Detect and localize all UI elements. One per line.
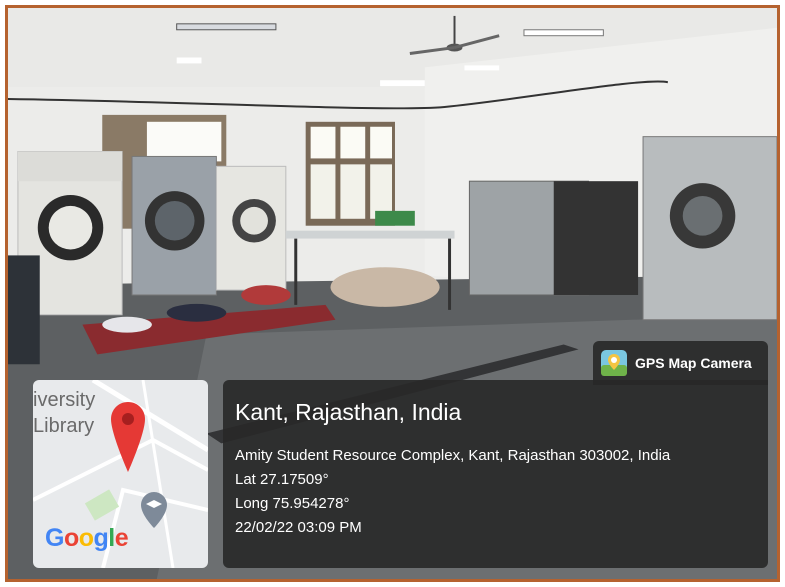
longitude: Long 75.954278°: [235, 495, 350, 512]
graduation-cap-icon: [141, 492, 167, 528]
location-info-panel: Kant, Rajasthan, India Amity Student Res…: [223, 380, 768, 568]
camera-pin-icon: [601, 350, 627, 376]
google-o1: o: [63, 524, 79, 552]
gps-map-camera-badge: GPS Map Camera: [593, 341, 768, 385]
google-logo: Google: [45, 524, 129, 553]
google-o2: o: [78, 524, 94, 552]
google-g: G: [45, 524, 64, 552]
location-pin-icon: [111, 402, 145, 472]
map-label-library: Library: [33, 415, 95, 437]
google-g2: g: [93, 524, 109, 552]
google-e: e: [114, 524, 129, 552]
latitude: Lat 27.17509°: [235, 471, 329, 488]
map-label-university: iversity: [33, 389, 96, 411]
badge-label: GPS Map Camera: [635, 355, 752, 371]
photo-frame: GPS Map Camera iversity Library Google K…: [5, 5, 780, 582]
map-thumbnail[interactable]: iversity Library Google: [33, 380, 208, 568]
location-title: Kant, Rajasthan, India: [235, 399, 462, 425]
timestamp: 22/02/22 03:09 PM: [235, 519, 362, 536]
location-address: Amity Student Resource Complex, Kant, Ra…: [235, 447, 671, 464]
